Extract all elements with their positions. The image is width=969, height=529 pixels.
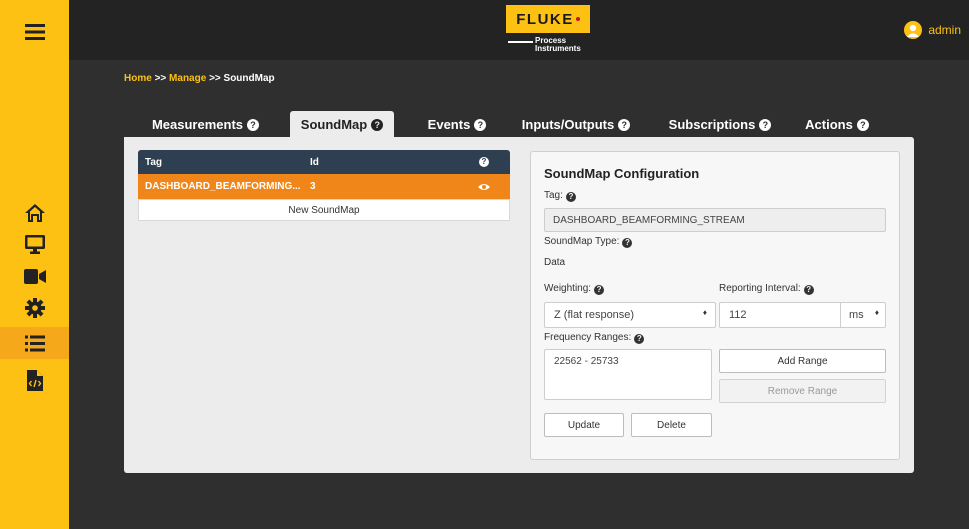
tab-events[interactable]: Events ? [416, 111, 498, 138]
tab-label: Subscriptions [668, 117, 756, 132]
help-icon[interactable]: ? [247, 118, 260, 131]
monitor-icon [24, 234, 45, 254]
breadcrumb-home[interactable]: Home [124, 73, 152, 84]
help-icon[interactable]: ? [565, 192, 576, 202]
tab-label: Events [427, 117, 471, 132]
logo-dot [575, 17, 580, 21]
help-icon[interactable]: ? [856, 118, 869, 131]
user-menu[interactable]: admin [904, 21, 961, 39]
logo-text: FLUKE [516, 10, 574, 28]
help-icon[interactable]: ? [618, 118, 631, 131]
video-camera-icon [23, 268, 46, 284]
sidebar-item-monitor[interactable] [0, 229, 69, 259]
breadcrumb-separator: >> [209, 73, 221, 84]
sidebar-item-video[interactable] [0, 261, 69, 291]
update-button[interactable]: Update [544, 413, 624, 437]
tab-actions[interactable]: Actions ? [796, 111, 878, 138]
home-icon [24, 204, 45, 222]
user-avatar-icon [904, 21, 923, 39]
hamburger-icon [24, 24, 45, 40]
select-caret-icon: ♦ [874, 308, 879, 317]
soundmap-config-panel: SoundMap Configuration Tag:? DASHBOARD_B… [530, 151, 900, 460]
logo-badge: FLUKE [506, 5, 590, 33]
add-range-button[interactable]: Add Range [719, 349, 886, 373]
table-row[interactable]: DASHBOARD_BEAMFORMING... 3 [138, 174, 510, 199]
delete-button[interactable]: Delete [631, 413, 712, 437]
column-header-tag[interactable]: Tag [145, 150, 162, 174]
sidebar-item-manage[interactable] [0, 327, 69, 359]
help-icon[interactable]: ? [622, 238, 633, 248]
logo-rule [508, 41, 533, 43]
table-header: Tag Id ? [138, 150, 510, 174]
tab-measurements[interactable]: Measurements ? [138, 111, 273, 138]
help-icon[interactable]: ? [371, 118, 384, 131]
breadcrumb-separator: >> [154, 73, 167, 84]
help-icon[interactable]: ? [594, 285, 605, 295]
reporting-interval-label: Reporting Interval:? [719, 283, 814, 295]
breadcrumb-current: SoundMap [223, 73, 275, 84]
interval-unit-select[interactable]: ms ♦ [840, 302, 886, 328]
soundmap-type-label: SoundMap Type:? [544, 236, 633, 248]
eye-icon[interactable] [478, 174, 490, 199]
list-icon [24, 335, 45, 351]
select-caret-icon: ♦ [702, 308, 707, 317]
tab-content-panel: Tag Id ? DASHBOARD_BEAMFORMING... 3 New … [124, 137, 914, 473]
help-icon[interactable]: ? [759, 118, 772, 131]
tab-label: Measurements [151, 117, 244, 132]
panel-title: SoundMap Configuration [544, 166, 700, 181]
tab-bar: Measurements ? SoundMap ? Events ? Input… [124, 111, 914, 138]
top-bar: FLUKE Process Instruments admin [69, 0, 969, 60]
table-help[interactable]: ? [479, 150, 489, 174]
row-id: 3 [310, 181, 316, 192]
code-file-icon [26, 369, 43, 391]
sidebar-item-settings[interactable] [0, 293, 69, 323]
user-name: admin [928, 23, 961, 37]
sidebar [0, 0, 69, 529]
soundmap-type-value: Data [544, 257, 566, 268]
sidebar-item-api[interactable] [0, 364, 69, 396]
column-header-id[interactable]: Id [310, 150, 319, 174]
logo-sub-line2: Instruments [535, 44, 581, 53]
tab-label: Inputs/Outputs [521, 117, 615, 132]
frequency-ranges-list[interactable]: 22562 - 25733 [544, 349, 712, 400]
tab-subscriptions[interactable]: Subscriptions ? [660, 111, 780, 138]
soundmap-table: Tag Id ? DASHBOARD_BEAMFORMING... 3 New … [138, 150, 510, 221]
help-icon[interactable]: ? [474, 118, 487, 131]
breadcrumb-manage[interactable]: Manage [169, 73, 206, 84]
menu-toggle-button[interactable] [0, 14, 69, 50]
tab-label: Actions [805, 117, 853, 132]
tab-label: SoundMap [300, 117, 368, 132]
sidebar-item-home[interactable] [0, 198, 69, 228]
remove-range-button[interactable]: Remove Range [719, 379, 886, 403]
gear-icon [24, 298, 45, 318]
tag-field[interactable]: DASHBOARD_BEAMFORMING_STREAM [544, 208, 886, 232]
weighting-label: Weighting:? [544, 283, 605, 295]
help-icon[interactable]: ? [634, 334, 645, 344]
logo-subtitle: Process Instruments [535, 37, 581, 53]
new-soundmap-button[interactable]: New SoundMap [138, 199, 510, 221]
tag-label: Tag:? [544, 190, 576, 202]
help-icon: ? [479, 157, 489, 167]
reporting-interval-input[interactable]: 112 [719, 302, 841, 328]
breadcrumb: Home >> Manage >> SoundMap [124, 73, 275, 84]
fluke-logo[interactable]: FLUKE Process Instruments [506, 0, 616, 60]
row-tag: DASHBOARD_BEAMFORMING... [145, 181, 301, 192]
tab-soundmap[interactable]: SoundMap ? [290, 111, 394, 138]
weighting-select[interactable]: Z (flat response) ♦ [544, 302, 716, 328]
tab-inputs-outputs[interactable]: Inputs/Outputs ? [517, 111, 635, 138]
help-icon[interactable]: ? [803, 285, 814, 295]
frequency-ranges-label: Frequency Ranges:? [544, 332, 645, 344]
frequency-range-item[interactable]: 22562 - 25733 [554, 356, 702, 367]
